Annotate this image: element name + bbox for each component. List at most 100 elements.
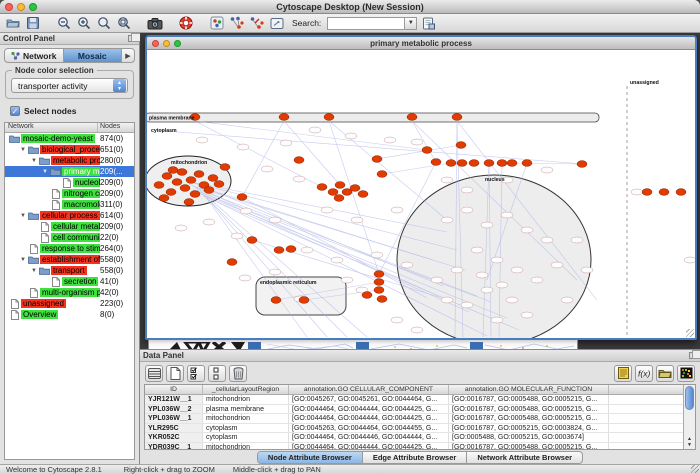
selected-network-node[interactable] — [168, 167, 178, 174]
network-node[interactable] — [240, 208, 252, 214]
network-node[interactable] — [481, 287, 493, 293]
expand-arrow-icon[interactable]: ▼ — [30, 158, 38, 164]
expand-arrow-icon[interactable]: ▼ — [19, 147, 27, 153]
scrollbar-thumb[interactable] — [685, 386, 694, 410]
table-column-header[interactable]: _cellularLayoutRegion — [203, 385, 289, 394]
selected-network-node[interactable] — [358, 191, 368, 198]
selected-network-node[interactable] — [190, 191, 200, 198]
selected-network-node[interactable] — [642, 189, 652, 196]
network-node[interactable] — [481, 222, 493, 228]
network-node[interactable] — [269, 217, 281, 223]
tree-row[interactable]: nucleobase-209(0) — [5, 177, 134, 188]
destroy-view-icon[interactable] — [248, 15, 265, 31]
network-node[interactable] — [541, 167, 553, 173]
selected-network-node[interactable] — [154, 182, 164, 189]
table-vertical-scrollbar[interactable]: ▲▼ — [683, 385, 695, 449]
selected-network-node[interactable] — [271, 297, 281, 304]
network-node[interactable] — [531, 277, 543, 283]
tree-row[interactable]: cellular metabol209(0) — [5, 221, 134, 232]
network-node[interactable] — [461, 207, 473, 213]
expand-arrow-icon[interactable]: ▼ — [19, 213, 27, 219]
table-row[interactable]: YPL036W__2plasma membrane[GO:0044464, GO… — [145, 405, 683, 415]
network-node[interactable] — [461, 302, 473, 308]
network-node[interactable] — [411, 139, 423, 145]
table-column-header[interactable]: ID — [145, 385, 203, 394]
tree-row[interactable]: ▼establishment of lo558(0) — [5, 254, 134, 265]
network-node[interactable] — [491, 317, 503, 323]
selected-network-node[interactable] — [180, 185, 190, 192]
table-column-header[interactable]: annotation.GO MOLECULAR_FUNCTION — [449, 385, 609, 394]
selected-network-node[interactable] — [194, 171, 204, 178]
network-node[interactable] — [471, 247, 483, 253]
table-row[interactable]: YJR121W__1mitochondrion[GO:0045267, GO:0… — [145, 395, 683, 405]
open-file-icon[interactable] — [4, 15, 21, 31]
attribute-matrix-icon[interactable] — [677, 365, 695, 382]
selected-network-node[interactable] — [299, 297, 309, 304]
network-node[interactable] — [441, 177, 453, 183]
import-attributes-icon[interactable] — [656, 365, 674, 382]
scrollbar-arrows-icon[interactable]: ▲▼ — [684, 436, 695, 449]
expand-arrow-icon[interactable]: ▼ — [19, 257, 27, 263]
create-view-icon[interactable] — [228, 15, 245, 31]
expand-arrow-icon[interactable]: ▼ — [41, 169, 49, 175]
network-node[interactable] — [237, 144, 249, 150]
attribute-browser-tab[interactable]: Node Attribute Browser — [258, 452, 363, 463]
tree-row[interactable]: response to stimulu264(0) — [5, 243, 134, 254]
selected-network-node[interactable] — [469, 160, 479, 167]
network-node[interactable] — [511, 267, 523, 273]
tree-row[interactable]: ▼primary metabo209(... — [5, 166, 134, 177]
network-canvas[interactable]: plasma membrane cytoplasm mitochondrion … — [147, 50, 695, 338]
tree-column-network[interactable]: Network — [5, 123, 98, 132]
selected-network-node[interactable] — [350, 185, 360, 192]
selected-network-node[interactable] — [279, 114, 289, 121]
network-node[interactable] — [384, 137, 396, 143]
network-node[interactable] — [521, 227, 533, 233]
selected-network-node[interactable] — [237, 194, 247, 201]
network-node[interactable] — [581, 267, 593, 273]
network-view-window[interactable]: primary metabolic process — [145, 35, 697, 340]
selected-network-node[interactable] — [507, 160, 517, 167]
selected-network-node[interactable] — [457, 160, 467, 167]
network-node[interactable] — [309, 127, 321, 133]
network-node[interactable] — [239, 275, 251, 281]
network-node[interactable] — [541, 237, 553, 243]
node-color-dropdown[interactable]: transporter activity ▲▼ — [11, 78, 128, 93]
search-dropdown-arrow-icon[interactable]: ▼ — [405, 17, 417, 30]
zoom-in-icon[interactable] — [75, 15, 92, 31]
selected-network-node[interactable] — [456, 142, 466, 149]
table-row[interactable]: YPL036W__1mitochondrion[GO:0044464, GO:0… — [145, 414, 683, 424]
zoom-out-icon[interactable] — [55, 15, 72, 31]
selected-network-node[interactable] — [446, 160, 456, 167]
table-row[interactable]: YDR039C__1mitochondrion[GO:0044464, GO:0… — [145, 443, 683, 450]
selected-network-node[interactable] — [407, 114, 417, 121]
network-node[interactable] — [506, 297, 518, 303]
network-node[interactable] — [175, 225, 187, 231]
selected-network-node[interactable] — [166, 189, 176, 196]
selected-network-node[interactable] — [374, 287, 384, 294]
network-node[interactable] — [476, 272, 488, 278]
tab-network[interactable]: Network — [5, 49, 64, 62]
network-node[interactable] — [571, 237, 583, 243]
network-node[interactable] — [411, 327, 423, 333]
selected-network-node[interactable] — [286, 246, 296, 253]
network-node[interactable] — [203, 219, 215, 225]
selected-network-node[interactable] — [172, 179, 182, 186]
tab-overflow-arrow-icon[interactable]: ▶ — [122, 52, 134, 60]
selected-network-node[interactable] — [362, 292, 372, 299]
network-node[interactable] — [231, 233, 243, 239]
network-node[interactable] — [501, 212, 513, 218]
selected-network-node[interactable] — [177, 169, 187, 176]
network-node[interactable] — [684, 257, 695, 263]
tab-mosaic[interactable]: Mosaic — [64, 49, 123, 62]
selected-network-node[interactable] — [335, 182, 345, 189]
network-node[interactable] — [461, 187, 473, 193]
selected-network-node[interactable] — [522, 160, 532, 167]
selected-network-node[interactable] — [184, 199, 194, 206]
search-config-icon[interactable] — [420, 15, 437, 31]
expand-arrow-icon[interactable]: ▼ — [30, 268, 38, 274]
table-row[interactable]: YLR295Ccytoplasm[GO:0045263, GO:0044464,… — [145, 424, 683, 434]
attribute-browser-tab[interactable]: Network Attribute Browser — [467, 452, 582, 463]
selected-network-node[interactable] — [328, 189, 338, 196]
selected-network-node[interactable] — [372, 156, 382, 163]
table-row[interactable]: YKR052Ccytoplasm[GO:0044464, GO:0044446,… — [145, 433, 683, 443]
